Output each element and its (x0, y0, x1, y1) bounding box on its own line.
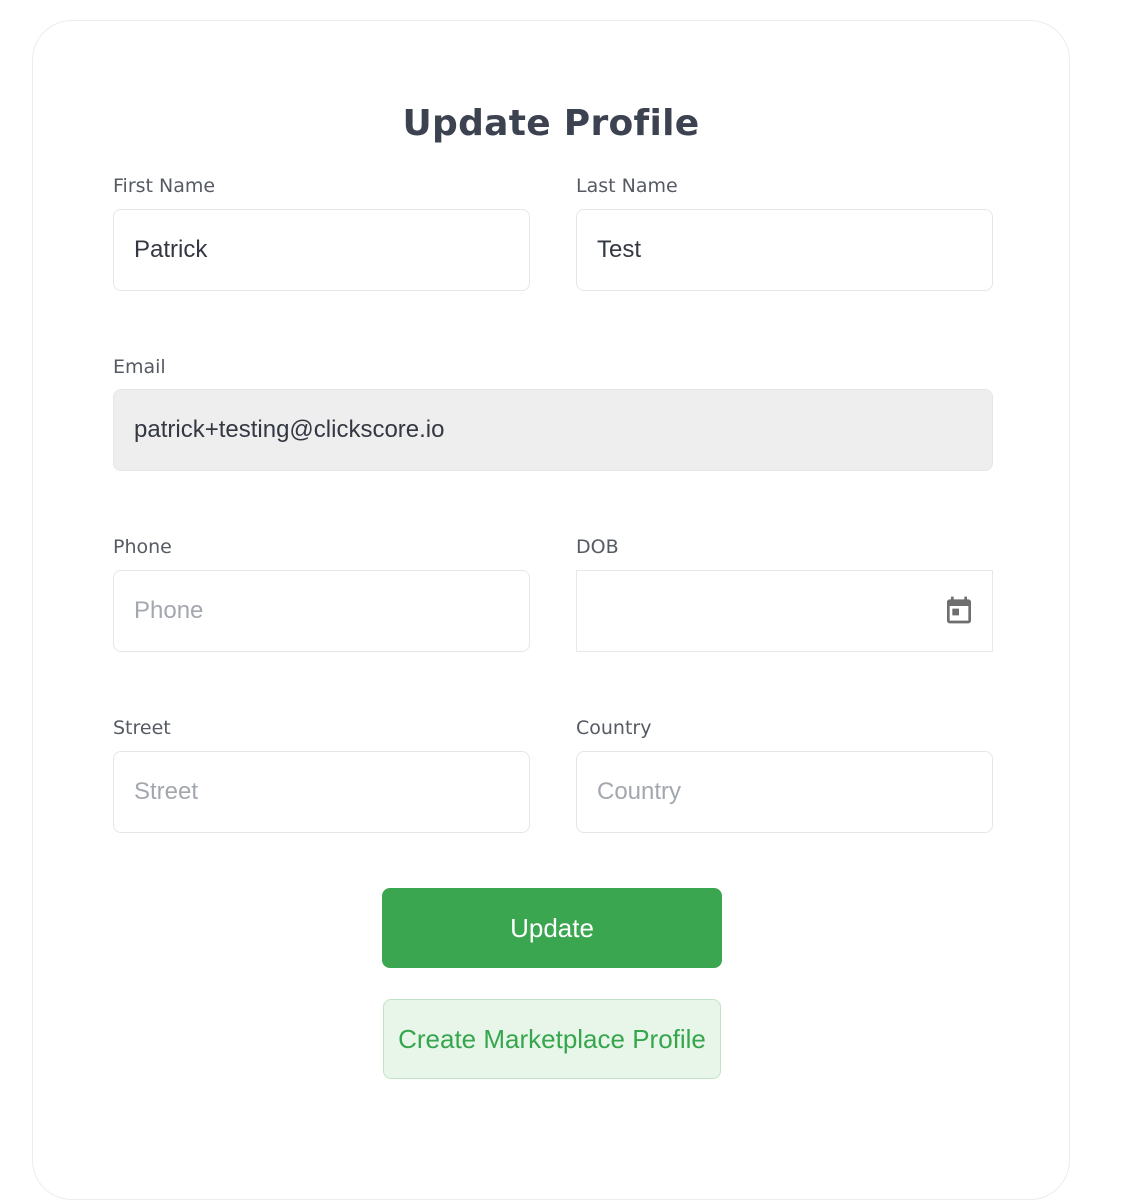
first-name-input[interactable] (113, 209, 530, 291)
calendar-icon[interactable] (943, 593, 975, 627)
dob-label: DOB (576, 536, 619, 558)
phone-input[interactable] (113, 570, 530, 652)
first-name-label: First Name (113, 175, 216, 197)
phone-label: Phone (113, 536, 172, 558)
profile-card: Update Profile First Name Last Name Emai… (32, 20, 1070, 1200)
last-name-label: Last Name (576, 175, 678, 197)
street-input[interactable] (113, 751, 530, 833)
email-input (113, 389, 993, 471)
dob-input[interactable] (576, 570, 993, 652)
create-marketplace-profile-button[interactable]: Create Marketplace Profile (383, 999, 721, 1079)
last-name-input[interactable] (576, 209, 993, 291)
page-title: Update Profile (402, 103, 700, 144)
street-label: Street (113, 717, 171, 739)
country-input[interactable] (576, 751, 993, 833)
email-label: Email (113, 356, 166, 378)
update-button[interactable]: Update (382, 888, 722, 968)
country-label: Country (576, 717, 652, 739)
